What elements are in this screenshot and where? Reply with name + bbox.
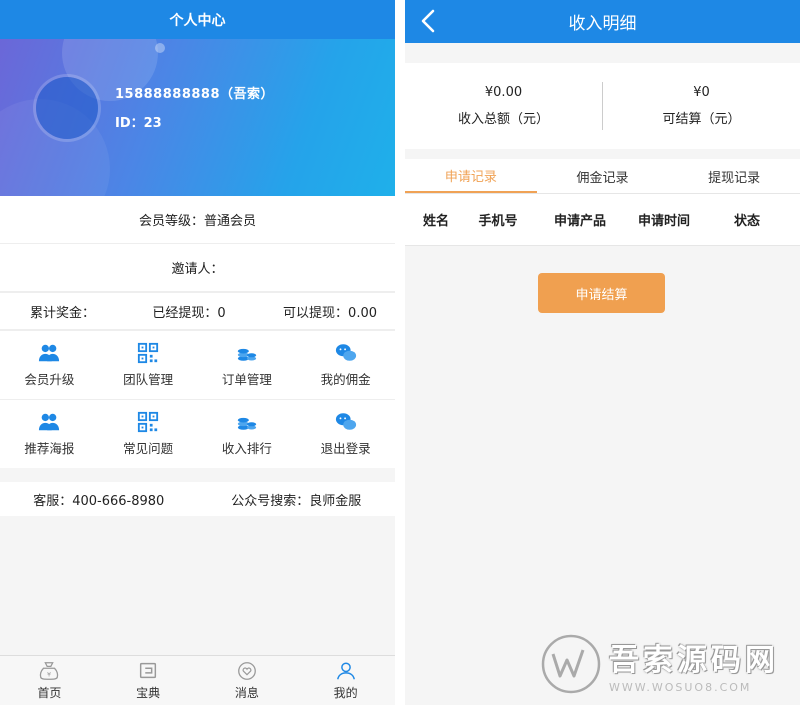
profile-phone: 15888888888（吾索）: [115, 87, 274, 102]
stat-label: 可结算（元）: [662, 112, 741, 127]
column-header-name: 姓名: [422, 214, 449, 229]
members-icon: [39, 413, 60, 431]
watermark-url: WWW.WOSUO8.COM: [609, 680, 752, 694]
grid-label: 收入排行: [221, 441, 272, 456]
money-summary: 累计奖金： 已经提现：0 可以提现：0.00: [0, 292, 395, 330]
nav-label: 宝典: [136, 686, 161, 700]
bottom-nav: ¥ 首页 宝典 消息 我的: [0, 655, 395, 705]
qr-code-icon: [138, 411, 159, 433]
avatar[interactable]: [36, 77, 98, 139]
grid-label: 推荐海报: [24, 441, 75, 456]
chat-bubbles-icon: [335, 344, 356, 361]
grid-label: 团队管理: [123, 372, 174, 387]
grid-item-income-ranking[interactable]: 收入排行: [198, 400, 297, 468]
grid-item-logout[interactable]: 退出登录: [296, 400, 395, 468]
column-header-time: 申请时间: [637, 214, 690, 229]
nav-label: 首页: [37, 686, 62, 700]
nav-label: 消息: [234, 686, 259, 700]
grid-item-order-manage[interactable]: 订单管理: [198, 331, 297, 399]
stat-amount: ¥0: [693, 85, 710, 100]
column-header-phone: 手机号: [478, 214, 518, 229]
page-title: 收入明细: [568, 14, 637, 34]
book-icon: [140, 662, 157, 679]
service-info: 客服：400-666-8980 公众号搜索：良师金服: [0, 482, 395, 516]
function-grid: 会员升级 团队管理 订单管理 我的佣金 推荐海报 常见问题 收入排行 退出登录: [0, 330, 395, 468]
grid-item-team-manage[interactable]: 团队管理: [99, 331, 198, 399]
grid-label: 退出登录: [320, 441, 371, 456]
decor-dot: [155, 43, 165, 53]
nav-item-guide[interactable]: 宝典: [99, 656, 198, 705]
record-tabs: 申请记录 佣金记录 提现记录: [405, 159, 800, 194]
coins-icon: [237, 417, 257, 430]
watermark-logo-icon: [541, 634, 601, 694]
tab-withdraw-records[interactable]: 提现记录: [668, 159, 800, 193]
grid-item-faq[interactable]: 常见问题: [99, 400, 198, 468]
nav-item-mine[interactable]: 我的: [296, 656, 395, 705]
inviter: 邀请人：: [0, 244, 395, 292]
table-header: 姓名 手机号 申请产品 申请时间 状态: [405, 194, 800, 246]
grid-row: 推荐海报 常见问题 收入排行 退出登录: [0, 399, 395, 468]
wechat-account: 公众号搜索：良师金服: [231, 493, 362, 509]
page-title: 个人中心: [0, 0, 395, 39]
tab-commission-records[interactable]: 佣金记录: [537, 159, 669, 193]
stat-settleable: ¥0 可结算（元）: [603, 85, 800, 127]
grid-item-member-upgrade[interactable]: 会员升级: [0, 331, 99, 399]
stat-amount: ¥0.00: [484, 85, 523, 100]
stat-label: 收入总额（元）: [457, 112, 549, 127]
grid-row: 会员升级 团队管理 订单管理 我的佣金: [0, 330, 395, 399]
svg-text:¥: ¥: [47, 671, 51, 679]
column-header-status: 状态: [733, 214, 760, 229]
grid-item-my-commission[interactable]: 我的佣金: [296, 331, 395, 399]
user-icon: [336, 662, 355, 680]
income-detail-screen: 收入明细 ¥0.00 收入总额（元） ¥0 可结算（元） 申请记录 佣金记录 提…: [405, 0, 800, 705]
available-amount: 可以提现：0.00: [283, 305, 377, 321]
coins-icon: [237, 348, 257, 361]
heart-bubble-icon: [237, 662, 256, 680]
member-level: 会员等级：普通会员: [0, 196, 395, 244]
total-bonus: 累计奖金：: [30, 305, 96, 321]
tab-apply-records[interactable]: 申请记录: [405, 159, 537, 193]
grid-label: 常见问题: [123, 441, 174, 456]
money-bag-icon: ¥: [40, 662, 59, 680]
chat-bubbles-icon: [335, 413, 356, 430]
withdrawn-amount: 已经提现：0: [152, 305, 226, 321]
service-phone[interactable]: 客服：400-666-8980: [0, 490, 198, 509]
grid-label: 会员升级: [24, 372, 75, 387]
back-arrow-icon[interactable]: [417, 8, 441, 34]
grid-item-referral-poster[interactable]: 推荐海报: [0, 400, 99, 468]
grid-label: 我的佣金: [320, 372, 371, 387]
profile-id: ID：23: [115, 116, 162, 131]
nav-item-messages[interactable]: 消息: [198, 656, 297, 705]
nav-item-home[interactable]: ¥ 首页: [0, 656, 99, 705]
income-stats: ¥0.00 收入总额（元） ¥0 可结算（元）: [405, 63, 800, 149]
apply-settlement-button[interactable]: 申请结算: [538, 273, 665, 313]
qr-code-icon: [138, 342, 159, 364]
column-header-product: 申请产品: [553, 214, 606, 229]
profile-screen: 个人中心 15888888888（吾索） ID：23 会员等级：普通会员 邀请人…: [0, 0, 395, 705]
watermark: 吾索源码网 WWW.WOSUO8.COM: [539, 626, 797, 702]
watermark-text: 吾索源码网: [609, 642, 779, 678]
members-icon: [39, 344, 60, 362]
stat-total-income: ¥0.00 收入总额（元）: [405, 85, 602, 127]
header: 收入明细: [405, 0, 800, 43]
panel-divider: [395, 0, 405, 705]
profile-banner: 15888888888（吾索） ID：23: [0, 39, 395, 196]
grid-label: 订单管理: [221, 372, 272, 387]
nav-label: 我的: [333, 686, 358, 700]
